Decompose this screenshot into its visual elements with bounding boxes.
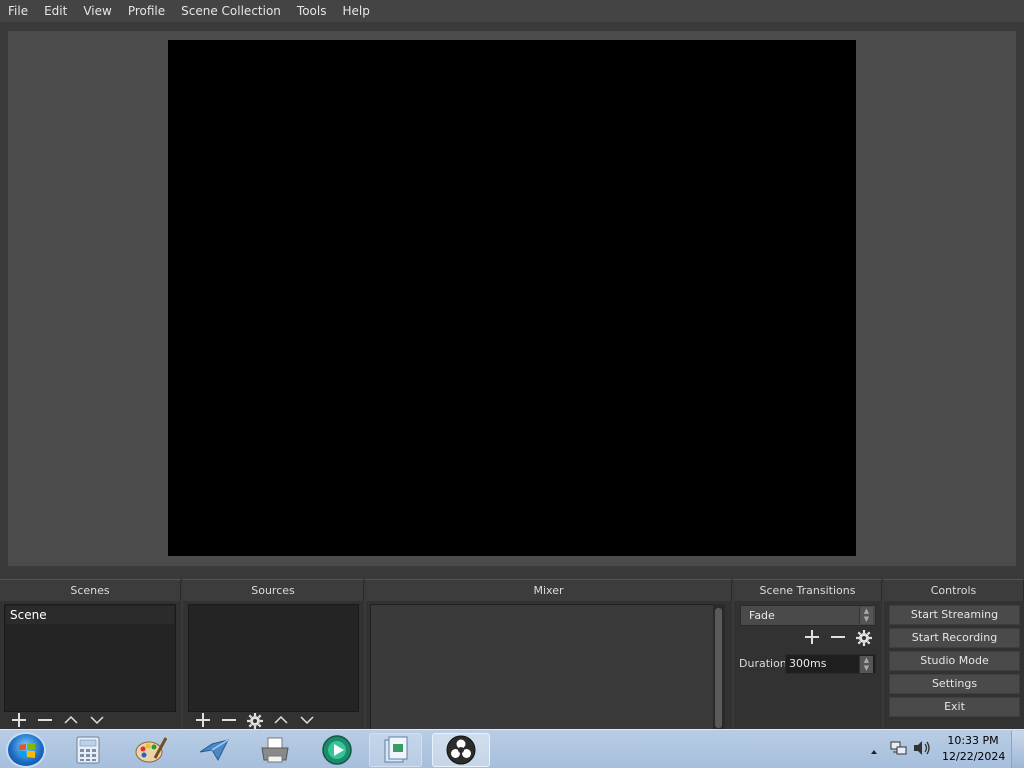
transition-select-value: Fade	[749, 609, 775, 622]
sources-dock-title: Sources	[183, 579, 364, 601]
taskbar-obs[interactable]	[432, 733, 490, 767]
mixer-scrollbar[interactable]	[713, 604, 725, 730]
remove-transition-button[interactable]	[825, 630, 851, 650]
scenes-list[interactable]: Scene	[4, 604, 176, 712]
transitions-dock-title: Scene Transitions	[734, 579, 882, 601]
mixer-dock-title: Mixer	[366, 579, 732, 601]
menu-tools[interactable]: Tools	[289, 0, 335, 22]
duration-field[interactable]: 300ms ▲ ▼	[785, 654, 876, 674]
add-transition-button[interactable]	[799, 630, 825, 650]
show-desktop-button[interactable]	[1011, 731, 1024, 768]
minus-icon	[38, 719, 52, 721]
file-explorer-icon	[384, 736, 407, 763]
settings-button[interactable]: Settings	[889, 674, 1020, 694]
calculator-icon	[76, 736, 100, 764]
menu-profile[interactable]: Profile	[120, 0, 173, 22]
chevron-up-icon	[64, 715, 78, 724]
obs-icon	[446, 735, 476, 765]
taskbar-calculator[interactable]	[63, 733, 113, 767]
plus-icon	[196, 713, 210, 727]
preview-canvas[interactable]	[168, 40, 856, 556]
plus-icon	[12, 713, 26, 727]
transition-properties-button[interactable]	[851, 630, 877, 650]
duration-label: Duration	[739, 657, 787, 670]
gear-icon	[247, 713, 263, 729]
menu-help[interactable]: Help	[334, 0, 377, 22]
start-button[interactable]	[6, 732, 46, 768]
minus-icon	[222, 719, 236, 721]
network-icon[interactable]	[890, 739, 908, 761]
exit-button[interactable]: Exit	[889, 697, 1020, 717]
visual-studio-icon	[199, 739, 229, 762]
windows-logo-icon	[19, 743, 35, 758]
taskbar-paint[interactable]	[126, 733, 176, 767]
duration-value: 300ms	[789, 657, 827, 670]
taskbar-printer[interactable]	[250, 733, 300, 767]
taskbar-visual-studio[interactable]	[189, 733, 239, 767]
menu-scene-collection[interactable]: Scene Collection	[173, 0, 289, 22]
gear-icon	[856, 630, 872, 646]
start-streaming-button[interactable]: Start Streaming	[889, 605, 1020, 625]
menu-edit[interactable]: Edit	[36, 0, 75, 22]
select-arrows-icon: ▲ ▼	[859, 607, 873, 624]
transitions-toolbar	[799, 630, 877, 650]
chevron-up-icon	[274, 715, 288, 724]
chevron-down-icon	[90, 716, 104, 725]
chevron-down-icon	[300, 716, 314, 725]
media-player-icon	[322, 735, 352, 765]
mixer-panel	[370, 604, 725, 730]
mixer-scrollbar-thumb[interactable]	[715, 608, 722, 728]
sources-list[interactable]	[188, 604, 359, 712]
start-recording-button[interactable]: Start Recording	[889, 628, 1020, 648]
minus-icon	[831, 636, 845, 638]
menu-view[interactable]: View	[75, 0, 119, 22]
plus-icon	[805, 630, 819, 644]
menu-file[interactable]: File	[0, 0, 36, 22]
taskbar-file-explorer[interactable]	[369, 733, 422, 767]
transition-select[interactable]: Fade ▲ ▼	[740, 605, 876, 626]
taskbar-media-player[interactable]	[312, 733, 362, 767]
paint-icon	[135, 737, 167, 763]
clock-date[interactable]: 12/22/2024	[942, 750, 1005, 763]
scene-list-item[interactable]: Scene	[6, 606, 174, 624]
duration-spinner-icon[interactable]: ▲ ▼	[859, 656, 873, 673]
menu-bar: File Edit View Profile Scene Collection …	[0, 0, 1024, 22]
scenes-dock-title: Scenes	[0, 579, 181, 601]
studio-mode-button[interactable]: Studio Mode	[889, 651, 1020, 671]
clock-time[interactable]: 10:33 PM	[942, 734, 1004, 747]
printer-icon	[261, 737, 289, 763]
tray-overflow-icon[interactable]	[869, 742, 879, 761]
controls-dock-title: Controls	[884, 579, 1024, 601]
volume-icon[interactable]	[912, 739, 932, 761]
